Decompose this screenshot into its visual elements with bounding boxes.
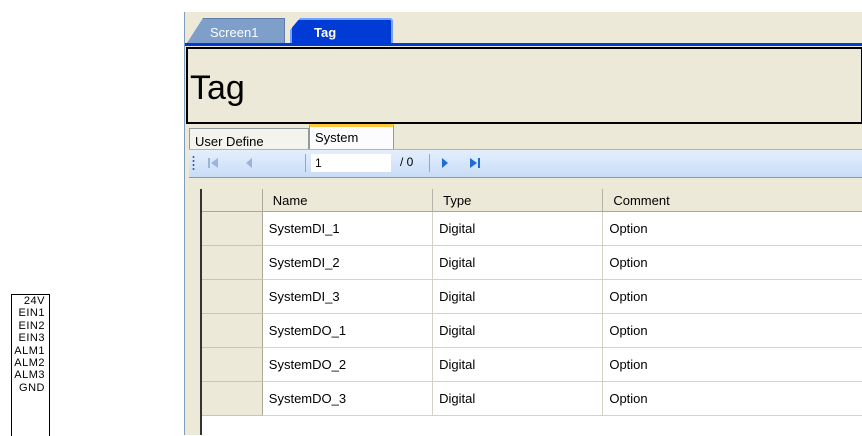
cell-comment[interactable]: Option (602, 313, 862, 348)
terminal-label: ALM3 (14, 369, 45, 382)
tab-underline (185, 43, 862, 46)
move-first-icon[interactable] (207, 157, 219, 169)
sub-tab-bar: User Define System (185, 124, 862, 150)
move-next-icon[interactable] (439, 157, 451, 169)
row-header[interactable] (202, 245, 263, 280)
cell-comment[interactable]: Option (602, 211, 862, 246)
table-row[interactable]: SystemDO_3 Digital Option (202, 381, 862, 416)
cell-name[interactable]: SystemDO_2 (262, 347, 434, 382)
page-number-input[interactable]: 1 (311, 154, 391, 172)
cell-type[interactable]: Digital (432, 279, 604, 314)
row-header[interactable] (202, 279, 263, 314)
table-row[interactable]: SystemDO_1 Digital Option (202, 313, 862, 348)
cell-name[interactable]: SystemDO_3 (262, 381, 434, 416)
cell-type[interactable]: Digital (432, 211, 604, 246)
cell-name[interactable]: SystemDO_1 (262, 313, 434, 348)
cell-type[interactable]: Digital (432, 313, 604, 348)
cell-type[interactable]: Digital (432, 245, 604, 280)
grid-corner (202, 189, 263, 212)
cell-name[interactable]: SystemDI_3 (262, 279, 434, 314)
table-row[interactable]: SystemDI_3 Digital Option (202, 279, 862, 314)
terminal-label: 24V (23, 295, 45, 307)
toolbar-grip-icon[interactable] (192, 155, 195, 171)
pager-toolbar: 1 / 0 (189, 149, 862, 178)
table-row[interactable]: SystemDO_2 Digital Option (202, 347, 862, 382)
tab-screen1[interactable]: Screen1 (187, 18, 285, 44)
terminal-label: EIN3 (18, 332, 45, 345)
cell-type[interactable]: Digital (432, 347, 604, 382)
cell-type[interactable]: Digital (432, 381, 604, 416)
table-row[interactable]: SystemDI_1 Digital Option (202, 211, 862, 246)
title-panel: Tag (186, 47, 862, 124)
terminal-label: GND (19, 381, 45, 394)
toolbar-separator (429, 154, 430, 172)
row-header[interactable] (202, 347, 263, 382)
terminal-label: EIN2 (18, 319, 45, 332)
terminal-label-strip: 24V EIN1 EIN2 EIN3 ALM1 ALM2 ALM3 GND (11, 294, 50, 436)
row-header[interactable] (202, 381, 263, 416)
tab-tag[interactable]: Tag (290, 18, 393, 44)
terminal-label: EIN1 (18, 307, 45, 320)
document-tab-bar: Screen1 Tag (185, 12, 862, 44)
cell-comment[interactable]: Option (602, 381, 862, 416)
cell-comment[interactable]: Option (602, 245, 862, 280)
move-previous-icon[interactable] (243, 157, 255, 169)
column-header-name[interactable]: Name (262, 189, 434, 212)
tag-grid: Name Type Comment SystemDI_1 Digital Opt… (200, 189, 862, 435)
terminal-label: ALM1 (14, 344, 45, 357)
row-header[interactable] (202, 313, 263, 348)
tab-user-define[interactable]: User Define (189, 128, 309, 150)
cell-comment[interactable]: Option (602, 347, 862, 382)
move-last-icon[interactable] (469, 157, 483, 169)
tab-system[interactable]: System (309, 124, 394, 150)
page-title: Tag (190, 69, 245, 107)
page-count-label: / 0 (400, 155, 414, 169)
column-header-comment[interactable]: Comment (602, 189, 862, 212)
toolbar-separator (305, 154, 306, 172)
cell-name[interactable]: SystemDI_2 (262, 245, 434, 280)
column-header-type[interactable]: Type (432, 189, 604, 212)
row-header[interactable] (202, 211, 263, 246)
cell-name[interactable]: SystemDI_1 (262, 211, 434, 246)
table-row[interactable]: SystemDI_2 Digital Option (202, 245, 862, 280)
cell-comment[interactable]: Option (602, 279, 862, 314)
terminal-label: ALM2 (14, 356, 45, 369)
